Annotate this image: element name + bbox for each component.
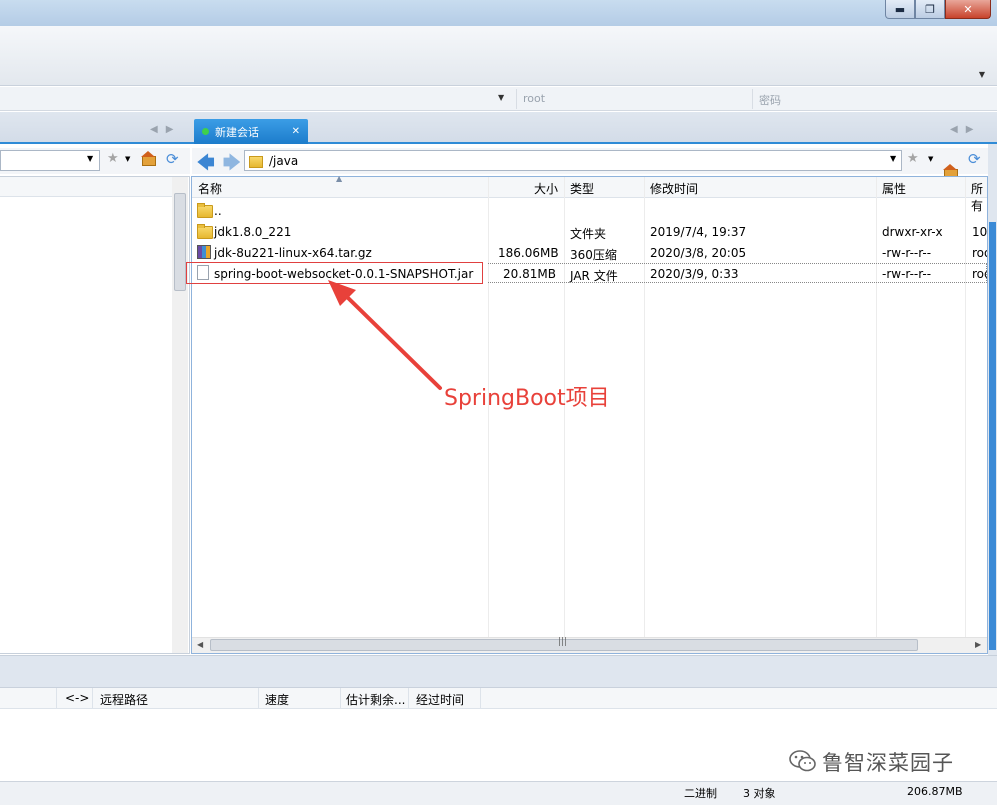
transfer-column-eta[interactable]: 估计剩余... [346, 691, 405, 708]
status-bar [0, 781, 997, 805]
column-divider [92, 688, 93, 708]
scroll-grip-icon: ||| [558, 637, 568, 647]
transfer-column-header [0, 687, 997, 709]
transfer-column-direction[interactable]: <-> [65, 691, 89, 705]
watermark-text: 鲁智深菜园子 [822, 751, 954, 775]
panel-splitter[interactable] [0, 655, 997, 687]
status-transfer-mode: 二进制 [684, 787, 717, 800]
status-total-size: 206.87MB [907, 785, 963, 798]
wechat-logo-icon [789, 750, 816, 772]
column-divider [340, 688, 341, 708]
transfer-column-speed[interactable]: 速度 [265, 691, 289, 708]
column-divider [258, 688, 259, 708]
scroll-left-icon[interactable]: ◀ [197, 640, 203, 649]
annotation-label: SpringBoot项目 [444, 386, 610, 411]
transfer-column-elapsed[interactable]: 经过时间 [416, 691, 464, 708]
transfer-column-remote-path[interactable]: 远程路径 [100, 691, 148, 708]
column-divider [480, 688, 481, 708]
status-object-count: 3 对象 [743, 787, 776, 800]
scroll-right-icon[interactable]: ▶ [975, 640, 981, 649]
outer-scroll-thumb[interactable] [989, 222, 996, 650]
column-divider [408, 688, 409, 708]
column-divider [56, 688, 57, 708]
